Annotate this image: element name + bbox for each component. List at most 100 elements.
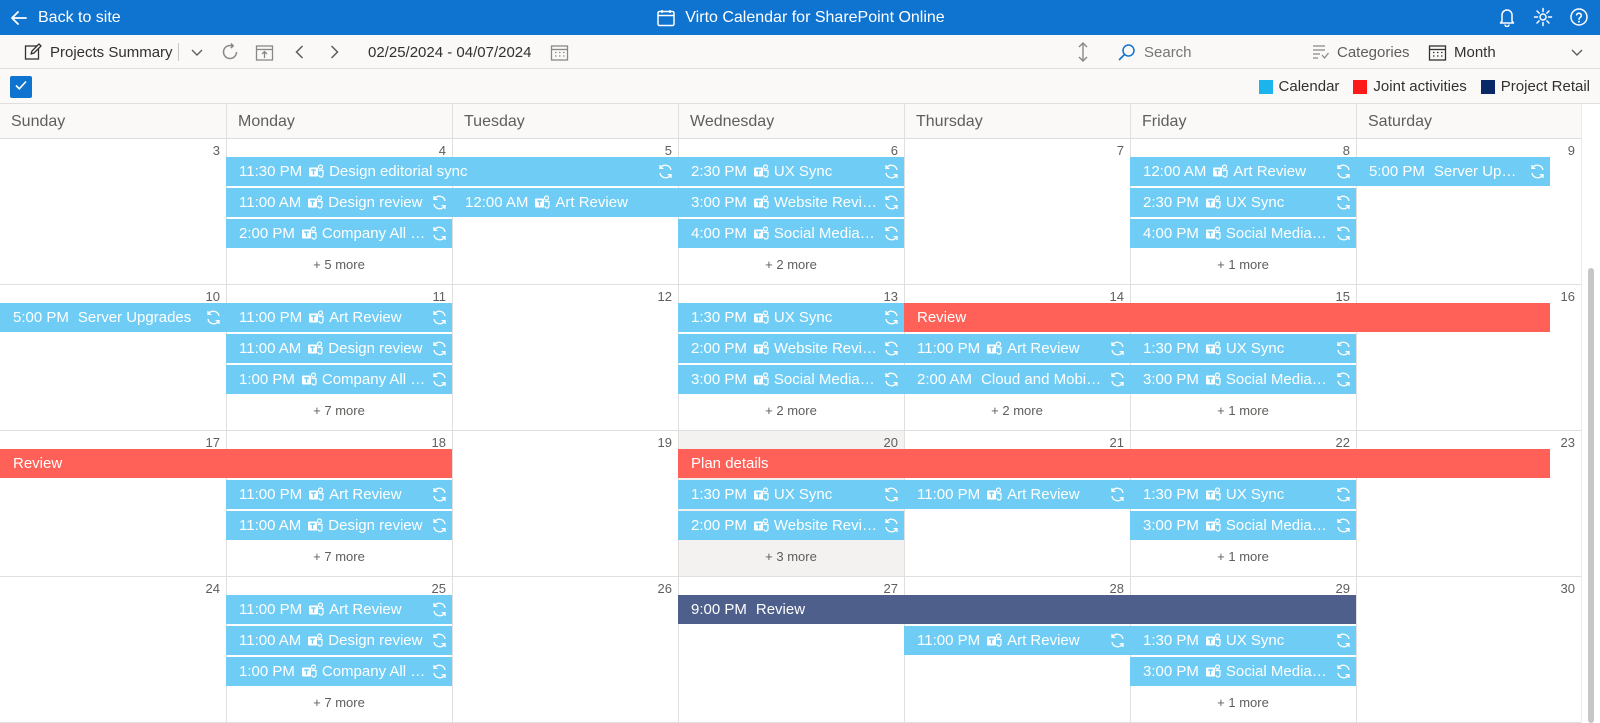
day-cell[interactable]: 3 (0, 139, 226, 285)
calendar-event[interactable]: 11:30 PM Design editorial sync (226, 157, 678, 186)
calendar-event[interactable]: 2:00 AM Cloud and Mobile Strategy (904, 365, 1130, 394)
more-events-link[interactable]: + 1 more (1130, 401, 1356, 421)
day-number[interactable]: 16 (1561, 289, 1575, 304)
calendar-event[interactable]: 2:30 PM UX Sync (1130, 188, 1356, 217)
refresh-button[interactable] (219, 35, 241, 69)
day-number[interactable]: 24 (206, 581, 220, 596)
next-button[interactable] (323, 35, 345, 69)
calendar-event[interactable]: Plan details (678, 449, 1550, 478)
day-number[interactable]: 27 (884, 581, 898, 596)
day-cell[interactable]: 26 (452, 577, 678, 723)
day-number[interactable]: 15 (1336, 289, 1350, 304)
calendar-event[interactable]: 5:00 PM Server Upgrades (1356, 157, 1550, 186)
calendar-event[interactable]: 3:00 PMSocial Media Strategy (1130, 511, 1356, 540)
gear-icon[interactable] (1532, 5, 1554, 29)
calendar-event[interactable]: 1:00 PM Company All Hands (226, 365, 452, 394)
more-events-link[interactable]: + 7 more (226, 401, 452, 421)
calendar-event[interactable]: 1:30 PM UX Sync (678, 303, 904, 332)
calendar-event[interactable]: 3:00 PMSocial Media Strategy (678, 365, 904, 394)
more-events-link[interactable]: + 1 more (1130, 255, 1356, 275)
more-events-link[interactable]: + 5 more (226, 255, 452, 275)
day-number[interactable]: 11 (433, 289, 447, 304)
day-number[interactable]: 28 (1110, 581, 1124, 596)
calendar-event[interactable]: 11:00 AM Design review (226, 626, 452, 655)
calendar-event[interactable]: 1:30 PM UX Sync (678, 480, 904, 509)
more-events-link[interactable]: + 1 more (1130, 693, 1356, 713)
day-number[interactable]: 19 (658, 435, 672, 450)
day-cell[interactable]: 7 (904, 139, 1130, 285)
day-number[interactable]: 17 (206, 435, 220, 450)
legend-item[interactable]: Project Retail (1480, 78, 1590, 95)
date-picker-button[interactable] (548, 35, 570, 69)
day-number[interactable]: 5 (665, 143, 672, 158)
day-number[interactable]: 12 (658, 289, 672, 304)
legend-item[interactable]: Joint activities (1353, 78, 1467, 95)
day-number[interactable]: 7 (1117, 143, 1124, 158)
calendar-event[interactable]: 11:00 PM Art Review (904, 626, 1130, 655)
calendar-event[interactable]: 2:30 PM UX Sync (678, 157, 904, 186)
day-number[interactable]: 20 (884, 435, 898, 450)
previous-button[interactable] (289, 35, 311, 69)
day-number[interactable]: 3 (213, 143, 220, 158)
calendar-event[interactable]: 11:00 AM Design review (226, 511, 452, 540)
day-cell[interactable]: 12 (452, 285, 678, 431)
calendar-event[interactable]: 1:30 PM UX Sync (1130, 334, 1356, 363)
day-number[interactable]: 8 (1343, 143, 1350, 158)
help-icon[interactable] (1568, 5, 1590, 29)
calendar-event[interactable]: 4:00 PMSocial Media Strategy (678, 219, 904, 248)
day-number[interactable]: 22 (1336, 435, 1350, 450)
search-input[interactable] (1144, 43, 1294, 61)
day-number[interactable]: 30 (1561, 581, 1575, 596)
calendar-event[interactable]: 5:00 PM Server Upgrades (0, 303, 226, 332)
calendar-event[interactable]: Review (0, 449, 452, 478)
day-number[interactable]: 4 (439, 143, 446, 158)
calendar-event[interactable]: 2:00 PM Website Review (678, 334, 904, 363)
search-box[interactable] (1116, 35, 1294, 69)
more-events-link[interactable]: + 2 more (904, 401, 1130, 421)
calendar-event[interactable]: 1:00 PM Company All Hands (226, 657, 452, 686)
calendar-event[interactable]: 11:00 PM Art Review (226, 480, 452, 509)
more-events-link[interactable]: + 7 more (226, 547, 452, 567)
more-events-link[interactable]: + 3 more (678, 547, 904, 567)
calendar-event[interactable]: 12:00 AM Art Review (1130, 157, 1356, 186)
day-number[interactable]: 14 (1110, 289, 1124, 304)
calendar-event[interactable]: 4:00 PMSocial Media Strategy (1130, 219, 1356, 248)
more-events-link[interactable]: + 1 more (1130, 547, 1356, 567)
calendar-event[interactable]: 3:00 PMSocial Media Strategy (1130, 657, 1356, 686)
view-selector[interactable]: Projects Summary (22, 35, 173, 69)
calendar-event[interactable]: 11:00 AM Design review (226, 334, 452, 363)
view-dropdown-button[interactable] (186, 35, 208, 69)
day-number[interactable]: 10 (206, 289, 220, 304)
row-height-toggle[interactable] (1072, 35, 1094, 69)
day-number[interactable]: 21 (1110, 435, 1124, 450)
view-mode-select[interactable]: Month (1426, 35, 1588, 69)
bell-icon[interactable] (1496, 5, 1518, 29)
day-number[interactable]: 23 (1561, 435, 1575, 450)
calendar-event[interactable]: 2:00 PM Website Review (678, 511, 904, 540)
day-cell[interactable]: 30 (1356, 577, 1581, 723)
calendar-event[interactable]: 3:00 PM Website Review (678, 188, 904, 217)
calendar-event[interactable]: 1:30 PM UX Sync (1130, 626, 1356, 655)
calendar-event[interactable]: 12:00 AM Art Review (452, 188, 678, 217)
more-events-link[interactable]: + 7 more (226, 693, 452, 713)
calendar-event[interactable]: 2:00 PM Company All Hands (226, 219, 452, 248)
calendar-event[interactable]: 11:00 PM Art Review (226, 595, 452, 624)
more-events-link[interactable]: + 2 more (678, 255, 904, 275)
calendar-event[interactable]: 11:00 PM Art Review (904, 480, 1130, 509)
calendar-event[interactable]: 11:00 PM Art Review (904, 334, 1130, 363)
calendar-event[interactable]: 9:00 PM Review (678, 595, 1356, 624)
day-number[interactable]: 29 (1336, 581, 1350, 596)
day-cell[interactable]: 19 (452, 431, 678, 577)
day-number[interactable]: 25 (432, 581, 446, 596)
calendar-event[interactable]: 11:00 AM Design review (226, 188, 452, 217)
day-number[interactable]: 26 (658, 581, 672, 596)
day-number[interactable]: 18 (432, 435, 446, 450)
calendar-event[interactable]: 11:00 PM Art Review (226, 303, 452, 332)
day-number[interactable]: 6 (891, 143, 898, 158)
select-all-checkbox[interactable] (10, 76, 32, 98)
more-events-link[interactable]: + 2 more (678, 401, 904, 421)
legend-item[interactable]: Calendar (1258, 78, 1339, 95)
calendar-event[interactable]: 1:30 PM UX Sync (1130, 480, 1356, 509)
scrollbar-thumb[interactable] (1588, 268, 1594, 723)
day-number[interactable]: 13 (884, 289, 898, 304)
